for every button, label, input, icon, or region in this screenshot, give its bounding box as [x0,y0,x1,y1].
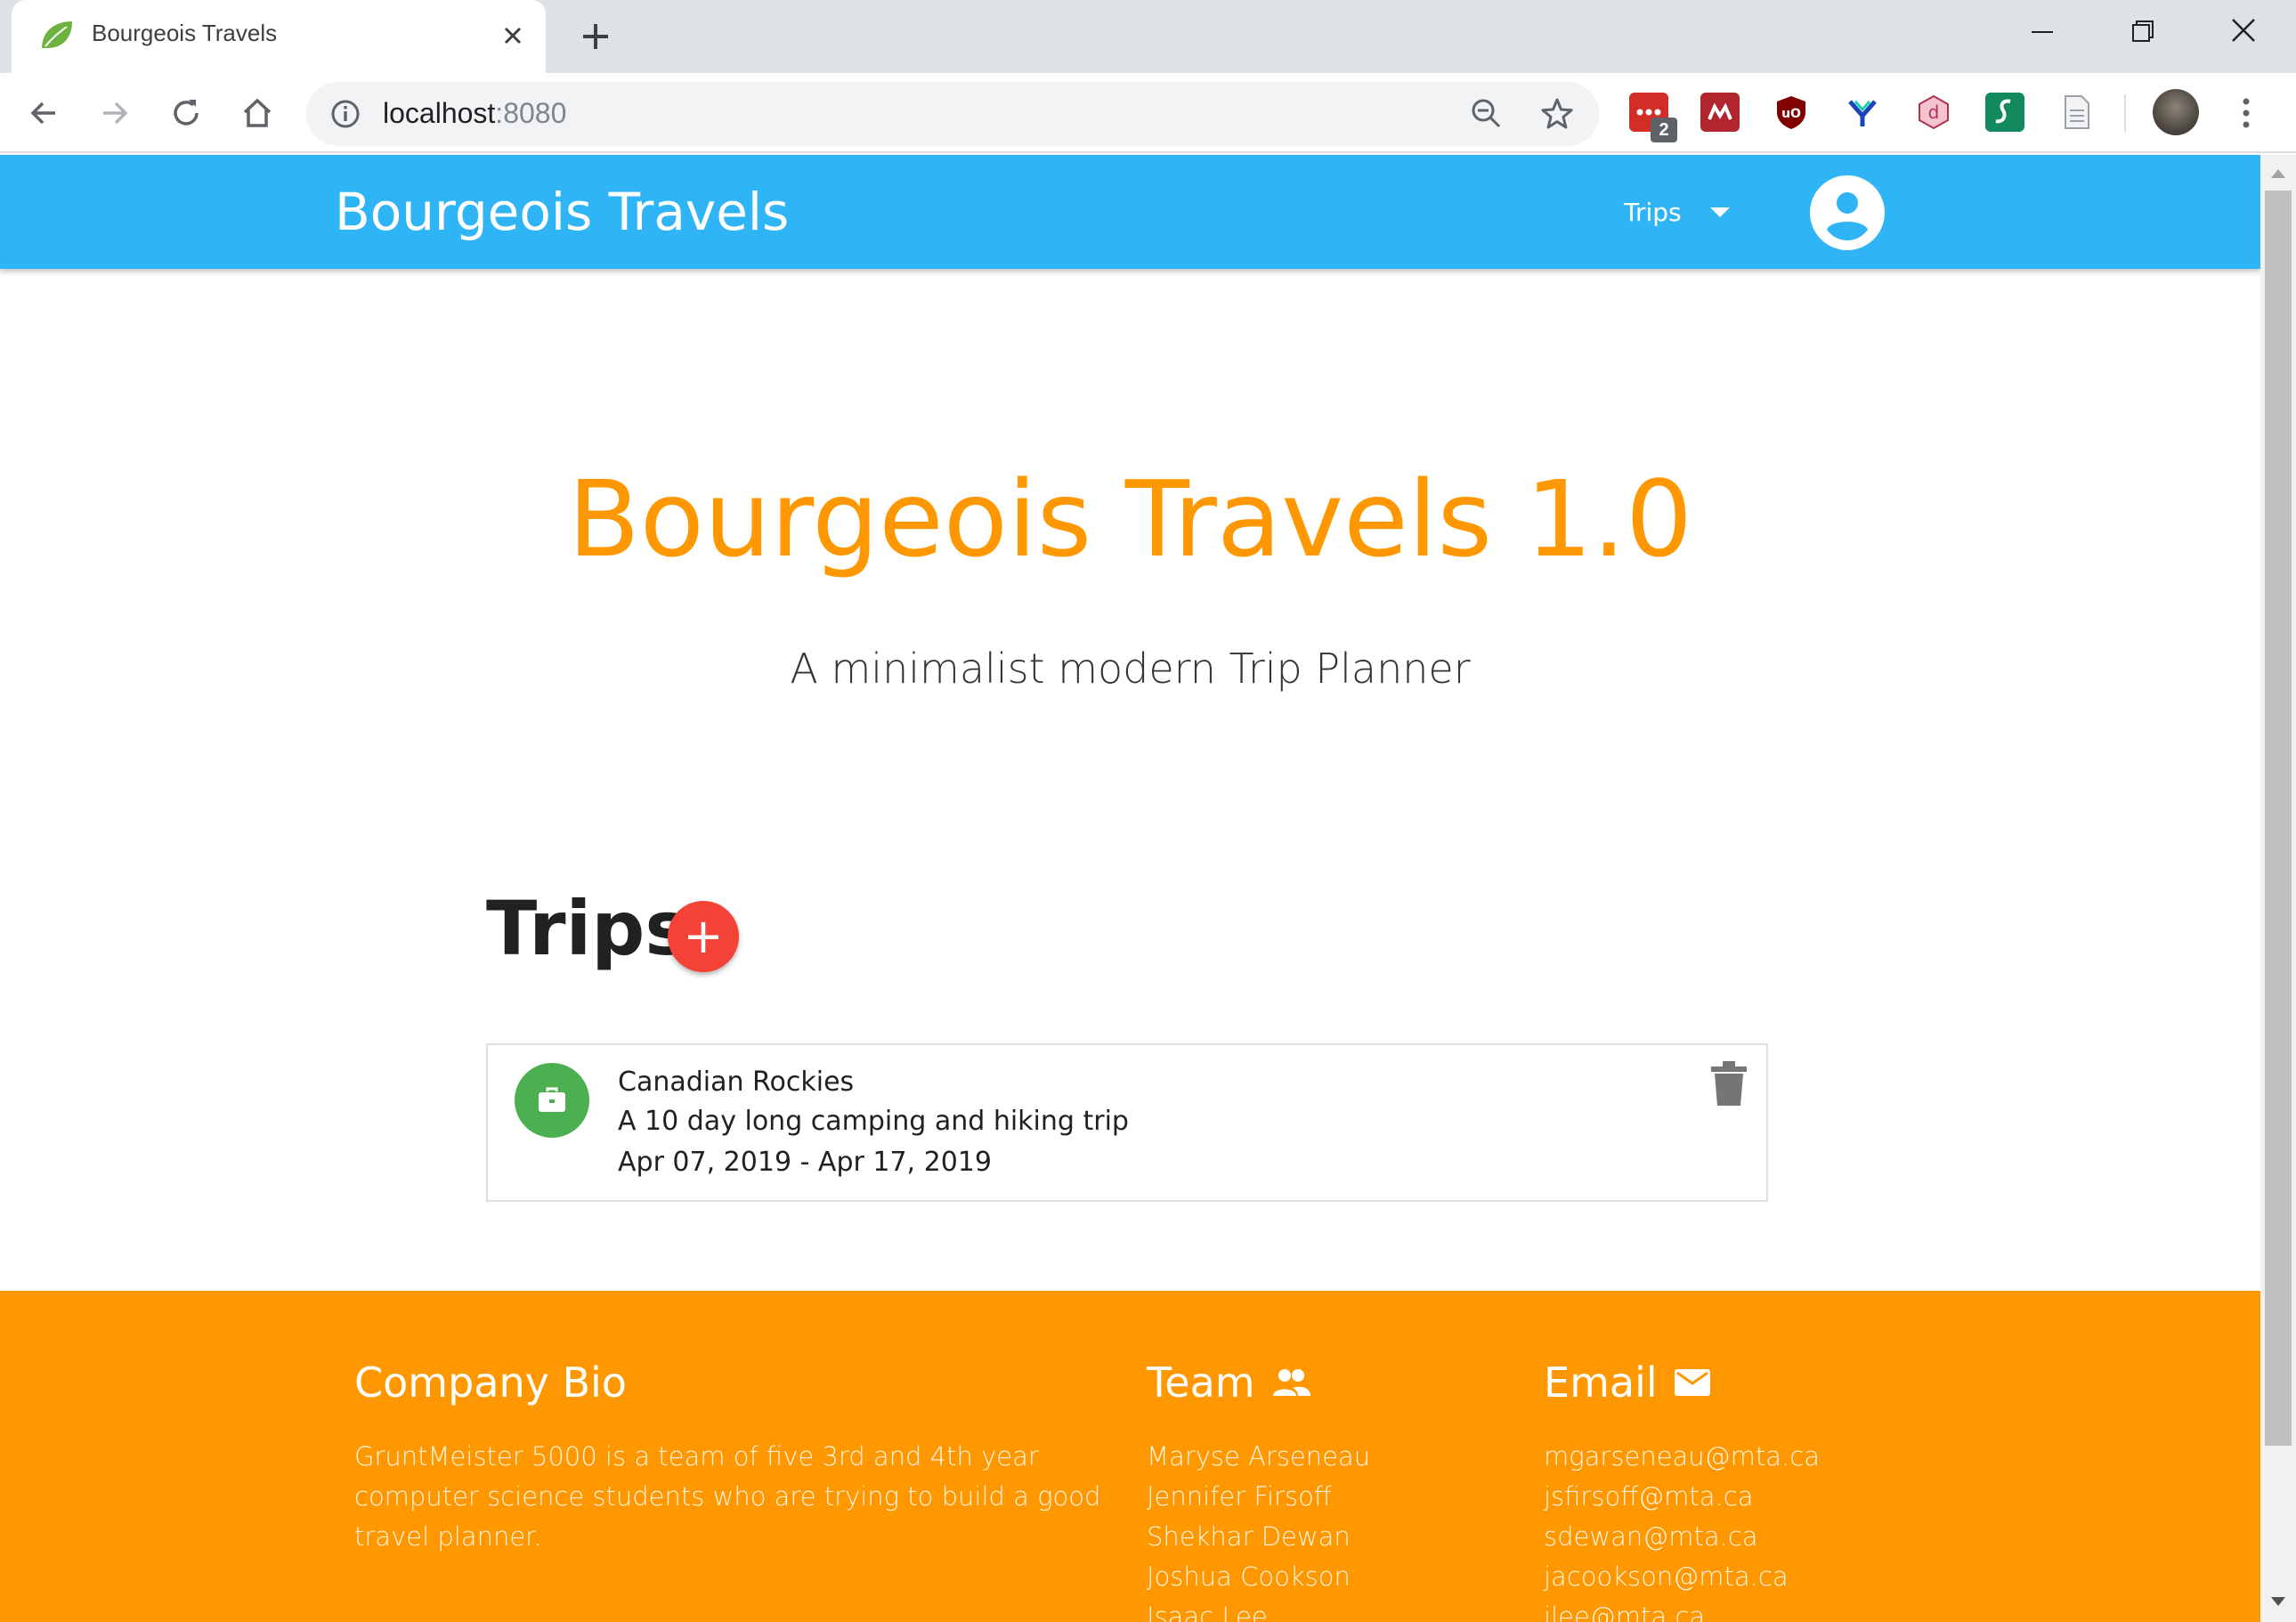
footer: Company Bio GruntMeister 5000 is a team … [0,1291,2260,1622]
team-member: Isaac Lee [1147,1602,1268,1622]
tab-title: Bourgeois Travels [92,20,278,46]
home-icon[interactable] [237,93,278,134]
address-bar[interactable]: localhost:8080 [306,82,1599,146]
trips-menu-button[interactable]: Trips [1624,198,1730,227]
email-link[interactable]: sdewan@mta.ca [1544,1517,1820,1557]
reload-icon[interactable] [166,93,207,134]
add-trip-button[interactable]: + [668,901,739,972]
d-extension-icon[interactable]: d [1914,93,1953,132]
plus-icon[interactable] [575,16,616,57]
page-viewport: Bourgeois Travels Trips Bourgeois Travel… [0,155,2260,1622]
zoom-out-icon[interactable] [1469,96,1505,132]
team-member: Maryse Arseneau [1147,1441,1371,1472]
browser-tab-strip: Bourgeois Travels [0,0,2296,73]
team-member: Jennifer Firsoff [1147,1481,1332,1512]
scrollbar-thumb[interactable] [2265,191,2292,1446]
script-extension-icon[interactable] [1985,93,2024,132]
forward-icon[interactable] [94,93,135,134]
chevron-down-icon [1709,207,1730,217]
brand-title[interactable]: Bourgeois Travels [335,182,789,242]
trip-description: A 10 day long camping and hiking trip [618,1106,1129,1137]
email-link[interactable]: jsfirsoff@mta.ca [1544,1477,1820,1517]
team-heading: Team [1147,1358,1312,1407]
url-port: :8080 [495,97,567,129]
scroll-up-arrow-icon[interactable] [2269,166,2287,180]
scroll-down-arrow-icon[interactable] [2269,1595,2287,1610]
browser-toolbar: localhost:8080 2 uO d [0,73,2296,153]
email-link[interactable]: mgarseneau@mta.ca [1544,1437,1820,1477]
svg-text:d: d [1928,101,1940,123]
trip-name: Canadian Rockies [618,1066,855,1098]
trip-avatar [515,1063,589,1138]
info-icon[interactable] [329,98,361,130]
hero-title: Bourgeois Travels 1.0 [567,458,1693,580]
app-bar: Bourgeois Travels Trips [0,155,2260,269]
page-scrollbar[interactable] [2260,155,2296,1622]
window-close-icon[interactable] [2217,9,2270,53]
briefcase-icon [539,1087,565,1112]
document-icon[interactable] [2057,93,2096,132]
hero-subtitle: A minimalist modern Trip Planner [790,645,1471,693]
yoroi-icon[interactable] [1843,93,1882,132]
email-heading: Email [1544,1358,1711,1407]
leaf-favicon [42,21,72,48]
email-icon [1674,1369,1710,1396]
star-icon[interactable] [1538,95,1576,133]
restore-icon[interactable] [2115,9,2169,53]
account-circle-icon[interactable] [1809,174,1886,251]
team-member: Shekhar Dewan [1147,1521,1351,1552]
company-bio-text: GruntMeister 5000 is a team of five 3rd … [354,1441,1101,1552]
company-bio-title: Company Bio [354,1358,627,1407]
email-title: Email [1544,1358,1658,1407]
ublock-icon[interactable]: uO [1772,93,1811,132]
url-host: localhost [383,97,496,129]
team-list: Maryse Arseneau Jennifer Firsoff Shekhar… [1147,1437,1370,1622]
minimize-icon[interactable] [2016,9,2069,53]
team-title: Team [1147,1358,1255,1407]
trips-heading: Trips [486,885,690,972]
profile-avatar[interactable] [2153,89,2199,135]
email-link[interactable]: ilee@mta.ca [1544,1597,1820,1622]
browser-tab[interactable]: Bourgeois Travels [12,0,546,73]
people-icon [1272,1369,1310,1396]
toolbar-separator [2124,94,2126,132]
extension-badge: 2 [1651,118,1677,142]
back-icon[interactable] [23,93,64,134]
more-vert-icon[interactable] [2233,93,2259,134]
mendeley-icon[interactable] [1700,93,1740,132]
team-member: Joshua Cookson [1147,1561,1351,1592]
trip-dates: Apr 07, 2019 - Apr 17, 2019 [618,1147,992,1178]
trip-card[interactable]: Canadian Rockies A 10 day long camping a… [486,1043,1768,1202]
svg-text:uO: uO [1781,107,1801,121]
company-bio-heading: Company Bio [354,1358,627,1407]
delete-icon[interactable] [1709,1061,1748,1107]
url-text[interactable]: localhost:8080 [383,97,566,130]
email-link[interactable]: jacookson@mta.ca [1544,1557,1820,1597]
email-list: mgarseneau@mta.ca jsfirsoff@mta.ca sdewa… [1544,1437,1820,1622]
close-icon[interactable] [495,18,531,53]
trips-menu-label: Trips [1624,198,1682,227]
